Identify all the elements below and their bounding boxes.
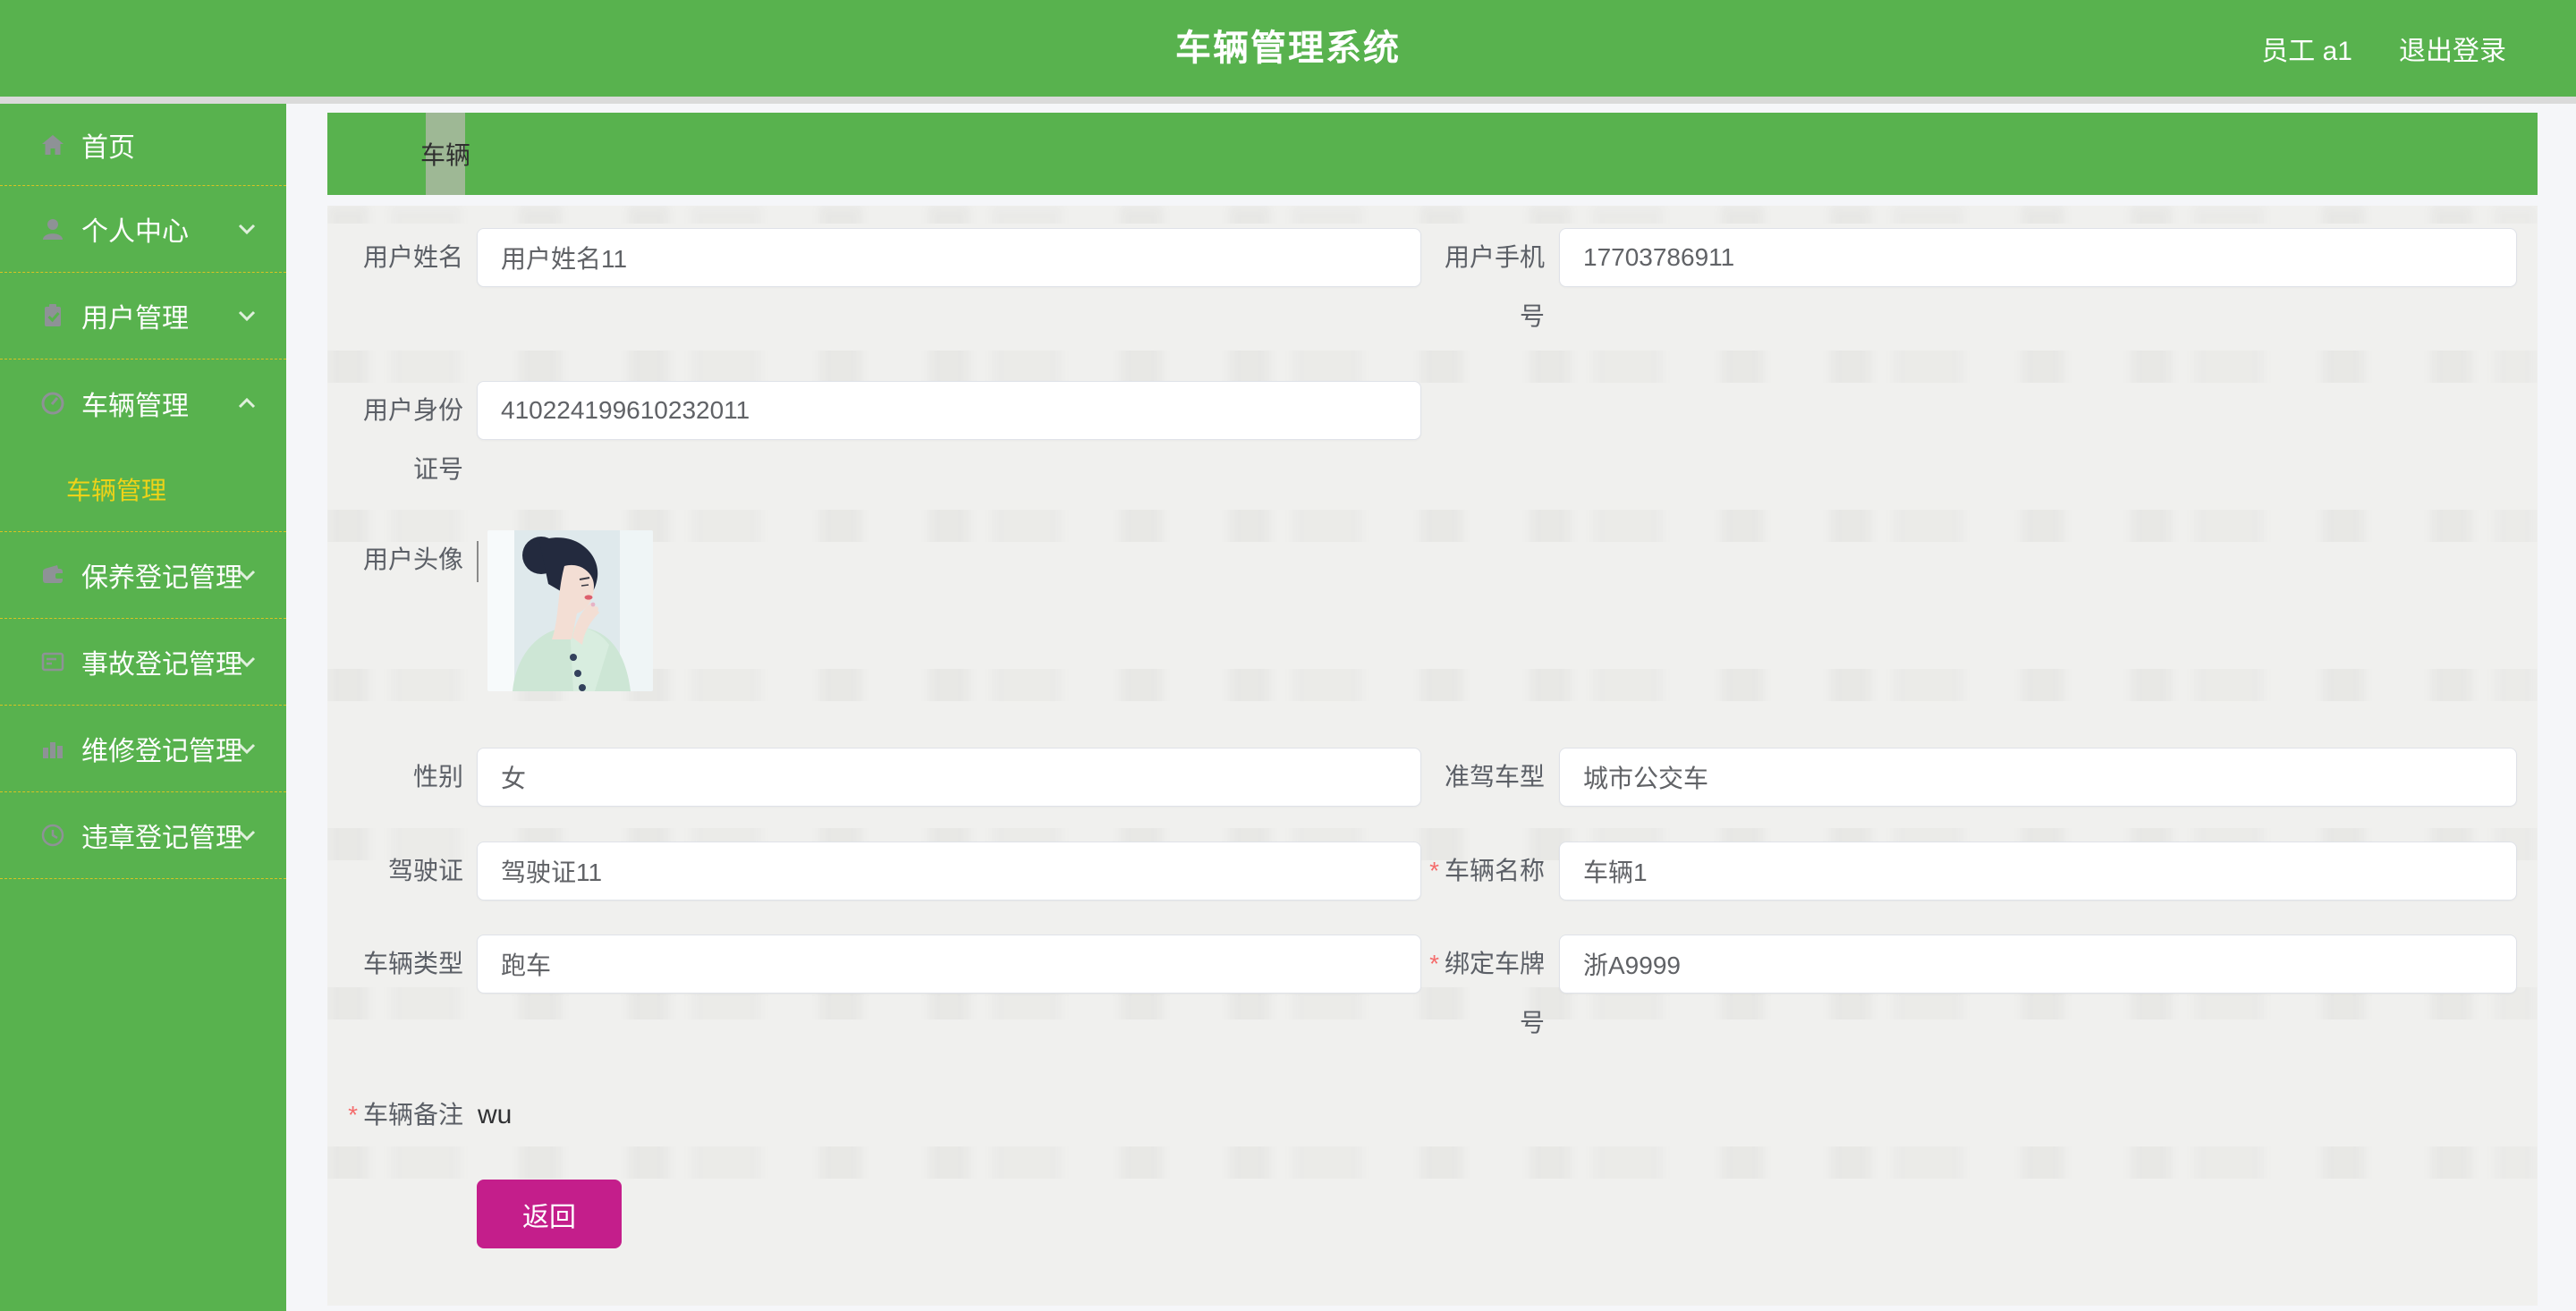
sidebar-item-label: 首页 <box>81 132 135 163</box>
chevron-down-icon <box>238 656 256 668</box>
user-name-field[interactable] <box>477 228 1421 287</box>
bar-chart-icon <box>43 742 63 758</box>
form-row: 车辆类型 *绑定车牌号 <box>327 935 2538 1053</box>
app-window: 车辆管理系统 员工 a1 退出登录 首页 个人中心 用户管理 车辆管理 车辆管理… <box>0 0 2576 1311</box>
sidebar-item-label: 车辆管理 <box>81 391 189 421</box>
clipboard-icon <box>45 304 61 326</box>
app-title: 车辆管理系统 <box>1175 29 1401 68</box>
tab-bar: 车辆 <box>327 113 2538 195</box>
form-row: * 车辆备注 wu <box>327 1086 2538 1145</box>
chevron-down-icon <box>238 830 256 842</box>
sidebar-nav: 首页 个人中心 用户管理 车辆管理 车辆管理 保养登记管理 事故登记管理 维修登… <box>0 104 286 1311</box>
user-icon <box>43 219 63 240</box>
upload-caret <box>477 541 479 582</box>
drivers-license-label: 驾驶证 <box>387 857 463 884</box>
sidebar-item-accident-registration[interactable]: 事故登记管理 <box>0 619 286 706</box>
user-phone-field[interactable] <box>1559 228 2517 287</box>
form-row: 用户姓名 用户手机号 <box>327 228 2538 346</box>
form-row: 性别 准驾车型 <box>327 748 2538 807</box>
plate-number-field[interactable] <box>1559 935 2517 994</box>
back-button[interactable]: 返回 <box>477 1180 622 1248</box>
sidebar-item-label: 保养登记管理 <box>81 563 242 593</box>
sidebar-item-personal-center[interactable]: 个人中心 <box>0 186 286 273</box>
drivers-license-field[interactable] <box>477 842 1421 901</box>
vehicle-type-label: 车辆类型 <box>362 950 463 977</box>
user-id-label: 用户身份证号 <box>362 396 463 483</box>
main-content: 车辆 用户姓名 用户手机号 用户身份证号 用户头像 <box>327 104 2538 1311</box>
wallet-icon <box>43 565 64 583</box>
vehicle-remark-label: * 车辆备注 <box>348 1101 463 1129</box>
sidebar-item-label: 事故登记管理 <box>81 650 242 680</box>
gauge-icon <box>41 392 64 414</box>
sidebar-item-label: 维修登记管理 <box>81 737 242 766</box>
form-row: 返回 <box>327 1180 2538 1248</box>
form-row: 用户身份证号 <box>327 381 2538 499</box>
home-icon <box>42 134 64 155</box>
header-bar: 车辆管理系统 员工 a1 退出登录 <box>0 0 2576 97</box>
plate-number-label: * 绑定车牌号 <box>1429 950 1545 1036</box>
sidebar-item-repair-registration[interactable]: 维修登记管理 <box>0 706 286 792</box>
sidebar-subitem-label: 车辆管理 <box>66 476 167 504</box>
gender-label: 性别 <box>412 763 463 791</box>
chevron-up-icon <box>238 397 256 408</box>
chevron-down-icon <box>238 743 256 755</box>
license-type-label: 准驾车型 <box>1444 763 1545 791</box>
user-phone-label: 用户手机号 <box>1444 243 1545 330</box>
vehicle-remark-value: wu <box>478 1100 513 1129</box>
vehicle-name-label: * 车辆名称 <box>1429 857 1545 884</box>
document-icon <box>41 652 64 672</box>
avatar-upload-area <box>477 530 653 691</box>
sidebar-subitem-vehicle-management-active[interactable]: 车辆管理 <box>0 446 286 532</box>
sidebar-item-user-management[interactable]: 用户管理 <box>0 273 286 359</box>
vehicle-type-field[interactable] <box>477 935 1421 994</box>
current-user-label: 员工 a1 <box>2261 37 2352 66</box>
chevron-down-icon <box>238 224 256 235</box>
chevron-down-icon <box>238 310 256 322</box>
user-avatar-photo[interactable] <box>487 530 653 691</box>
user-id-field[interactable] <box>477 381 1421 440</box>
required-asterisk: * <box>1429 857 1439 884</box>
sidebar-item-vehicle-management[interactable]: 车辆管理 <box>0 359 286 446</box>
form-row: 驾驶证 *车辆名称 <box>327 842 2538 901</box>
user-avatar-label: 用户头像 <box>362 546 463 573</box>
gender-field[interactable] <box>477 748 1421 807</box>
header-divider <box>0 97 2576 104</box>
sidebar-item-home[interactable]: 首页 <box>0 104 286 186</box>
vehicle-detail-form: 用户姓名 用户手机号 用户身份证号 用户头像 <box>327 206 2538 1306</box>
user-name-label: 用户姓名 <box>362 243 463 271</box>
sidebar-item-label: 违章登记管理 <box>81 824 242 853</box>
sidebar-item-label: 个人中心 <box>81 217 189 247</box>
vehicle-name-field[interactable] <box>1559 842 2517 901</box>
tab-vehicle[interactable]: 车辆 <box>420 113 470 195</box>
sidebar-item-violation-registration[interactable]: 违章登记管理 <box>0 792 286 879</box>
logout-link[interactable]: 退出登录 <box>2399 29 2506 68</box>
clock-icon <box>41 824 64 847</box>
sidebar-item-label: 用户管理 <box>81 304 189 334</box>
required-asterisk: * <box>348 1101 358 1129</box>
sidebar-item-maintenance-registration[interactable]: 保养登记管理 <box>0 532 286 619</box>
form-row: 用户头像 <box>327 530 2538 691</box>
required-asterisk: * <box>1429 950 1439 977</box>
chevron-down-icon <box>238 570 256 581</box>
license-type-field[interactable] <box>1559 748 2517 807</box>
header-right-group: 员工 a1 退出登录 <box>2261 0 2506 97</box>
